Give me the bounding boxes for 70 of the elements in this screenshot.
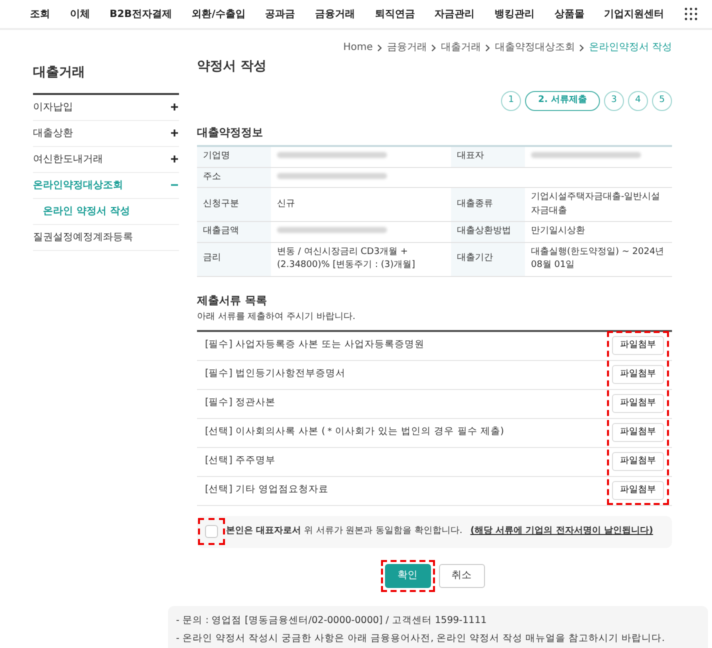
notice-text: - 온라인 약정서 작성시 궁금한 사항은 아래 금융용어사전, 온라인 약정서 작성 매뉴얼을 참고하시기 바랍니다. [176,632,666,646]
nav-menu-item[interactable]: 퇴직연금 [374,6,415,22]
breadcrumb-link[interactable]: 대출약정대상조회 [494,40,575,55]
chevron-right-icon [430,44,437,52]
attach-file-button[interactable]: 파일첨부 [612,364,664,384]
attach-file-button[interactable]: 파일첨부 [612,394,664,414]
page-title: 약정서 작성 [197,58,268,76]
breadcrumb-link[interactable]: 대출거래 [440,40,481,55]
nav-menu-item[interactable]: 상품몰 [554,6,584,22]
minus-icon[interactable] [170,181,179,189]
field-value: 만기일시상환 [524,222,672,242]
notice-text: - 문의 : 영업점 [명동금융센터/02-0000-0000] / 고객센터 1599-1111 [176,614,488,628]
field-label: 주소 [197,167,271,188]
document-name: [필수] 정관사본 [205,396,276,410]
cancel-button[interactable]: 취소 [438,564,484,588]
breadcrumb-link[interactable]: 금융거래 [386,40,427,55]
section-description: 아래 서류를 제출하여 주시기 바랍니다. [197,311,356,324]
field-label: 대출상환방법 [450,222,525,242]
nav-menu-item[interactable]: 공과금 [265,6,296,22]
sidebar-item[interactable]: 대출상환 [33,126,73,140]
attach-file-button[interactable]: 파일첨부 [612,452,664,472]
attach-file-button[interactable]: 파일첨부 [612,336,664,356]
step-indicator: 5 [652,90,672,110]
checkbox[interactable] [205,525,218,538]
agreement-note: (해당 서류에 기업의 전자서명이 날인됩니다) [470,524,654,538]
field-label: 대출금액 [197,222,271,242]
field-value: 기업시설주택자금대출-일반시설자금대출 [524,188,672,222]
nav-menu-item[interactable]: 뱅킹관리 [494,6,534,22]
section-title: 제출서류 목록 [197,292,268,308]
field-label: 금리 [197,242,271,276]
step-indicator: 3 [604,90,624,110]
chevron-right-icon [376,44,383,52]
field-value: 신규 [271,188,451,222]
breadcrumb-link[interactable]: Home [343,40,373,55]
step-indicator: 4 [628,90,648,110]
agreement-text: 본인은 대표자로서 위 서류가 원본과 동일함을 확인합니다. [226,524,462,538]
grid-menu-icon[interactable] [684,7,698,21]
document-name: [선택] 기타 영업점요청자료 [205,483,328,498]
document-name: [필수] 사업자등록증 사본 또는 사업자등록증명원 [205,338,424,352]
plus-icon[interactable] [170,129,179,137]
sidebar-item[interactable]: 질권설정예정계좌등록 [33,230,133,244]
field-label: 대출기간 [450,242,525,276]
document-name: [선택] 이사회의사록 사본 (＊이사회가 있는 법인의 경우 필수 제출) [205,425,504,440]
nav-menu-item[interactable]: 금융거래 [315,6,355,22]
chevron-right-icon [578,44,585,52]
nav-menu-item[interactable]: B2B전자결제 [110,6,172,22]
plus-icon[interactable] [170,103,179,111]
sidebar-item[interactable]: 이자납입 [33,100,73,114]
nav-menu-item[interactable]: 자금관리 [434,6,475,22]
field-label: 신청구분 [197,188,271,222]
field-value: 변동 / 여신시장금리 CD3개월 + (2.34800)% [변동주기 : (3)개월] [271,242,451,276]
field-label: 기업명 [197,146,271,167]
section-title: 대출약정정보 [197,124,264,140]
field-label: 대출종류 [450,188,525,222]
document-name: [선택] 주주명부 [205,454,276,468]
step-indicator: 2. 서류제출 [525,90,600,110]
chevron-right-icon [484,44,491,52]
step-indicator: 1 [501,90,522,110]
plus-icon[interactable] [170,155,179,163]
nav-menu-item[interactable]: 기업지원센터 [604,6,664,22]
nav-menu-item[interactable]: 조회 [30,6,50,22]
field-value: 대출실행(한도약정일) ~ 2024년 08월 01일 [524,242,672,276]
nav-menu-item[interactable]: 외환/수출입 [192,6,246,22]
sidebar-item[interactable]: 여신한도내거래 [33,152,103,166]
sidebar-title: 대출거래 [33,55,179,94]
field-label: 대표자 [450,146,525,167]
attach-file-button[interactable]: 파일첨부 [612,480,664,500]
nav-menu-item[interactable]: 이체 [70,6,90,22]
document-name: [필수] 법인등기사항전부증명서 [205,367,346,382]
attach-file-button[interactable]: 파일첨부 [612,422,664,442]
